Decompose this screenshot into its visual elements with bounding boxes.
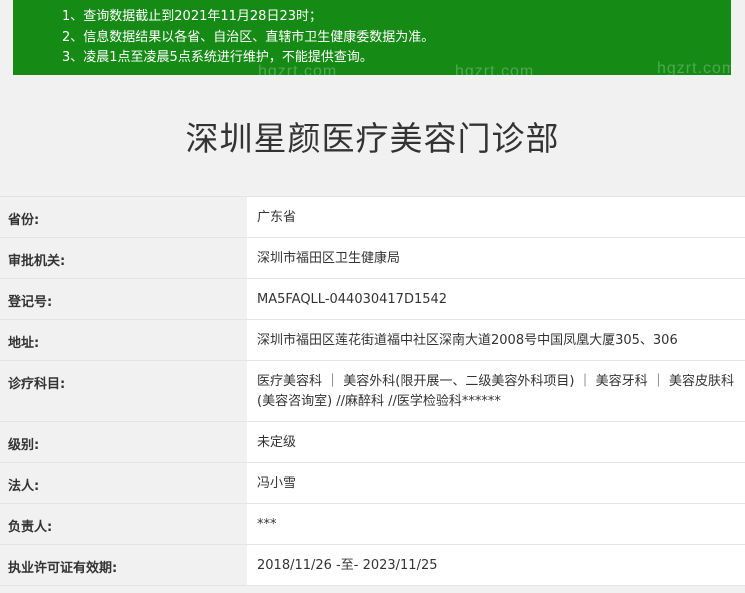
table-row-address: 地址: 深圳市福田区莲花街道福中社区深南大道2008号中国凤凰大厦305、306: [0, 320, 745, 361]
row-label: 省份:: [0, 197, 247, 237]
table-row-license-validity: 执业许可证有效期: 2018/11/26 -至- 2023/11/25: [0, 545, 745, 586]
row-value: 2018/11/26 -至- 2023/11/25: [247, 545, 745, 585]
info-table: 省份: 广东省 审批机关: 深圳市福田区卫生健康局 登记号: MA5FAQLL-…: [0, 196, 745, 586]
watermark: hgzrt.com: [455, 63, 535, 80]
row-label: 法人:: [0, 463, 247, 503]
row-value: 深圳市福田区卫生健康局: [247, 238, 745, 278]
row-label: 执业许可证有效期:: [0, 545, 247, 585]
table-row-person-in-charge: 负责人: ***: [0, 504, 745, 545]
watermark: hgzrt.com: [657, 60, 737, 77]
table-row-level: 级别: 未定级: [0, 422, 745, 463]
row-value: 医疗美容科 ｜ 美容外科(限开展一、二级美容外科项目) ｜ 美容牙科 ｜ 美容皮…: [247, 361, 745, 421]
page-title: 深圳星颜医疗美容门诊部: [185, 119, 560, 158]
row-label: 诊疗科目:: [0, 361, 247, 421]
row-value: ***: [247, 504, 745, 544]
row-value: 广东省: [247, 197, 745, 237]
notice-banner: 1、查询数据截止到2021年11月28日23时； 2、信息数据结果以各省、自治区…: [13, 0, 731, 75]
row-value: 冯小雪: [247, 463, 745, 503]
table-row-approval-authority: 审批机关: 深圳市福田区卫生健康局: [0, 238, 745, 279]
row-label: 负责人:: [0, 504, 247, 544]
table-row-legal-person: 法人: 冯小雪: [0, 463, 745, 504]
watermark: hgzrt.com: [258, 63, 338, 80]
row-value: 未定级: [247, 422, 745, 462]
row-value: 深圳市福田区莲花街道福中社区深南大道2008号中国凤凰大厦305、306: [247, 320, 745, 360]
row-label: 登记号:: [0, 279, 247, 319]
notice-line-3: 3、凌晨1点至凌晨5点系统进行维护，不能提供查询。: [62, 50, 373, 65]
table-row-medical-subjects: 诊疗科目: 医疗美容科 ｜ 美容外科(限开展一、二级美容外科项目) ｜ 美容牙科…: [0, 361, 745, 422]
table-row-province: 省份: 广东省: [0, 197, 745, 238]
row-label: 地址:: [0, 320, 247, 360]
row-label: 级别:: [0, 422, 247, 462]
row-value: MA5FAQLL-044030417D1542: [247, 279, 745, 319]
row-label: 审批机关:: [0, 238, 247, 278]
notice-line-2: 2、信息数据结果以各省、自治区、直辖市卫生健康委数据为准。: [62, 29, 435, 45]
table-row-registration-number: 登记号: MA5FAQLL-044030417D1542: [0, 279, 745, 320]
notice-line-1: 1、查询数据截止到2021年11月28日23时；: [62, 9, 322, 24]
